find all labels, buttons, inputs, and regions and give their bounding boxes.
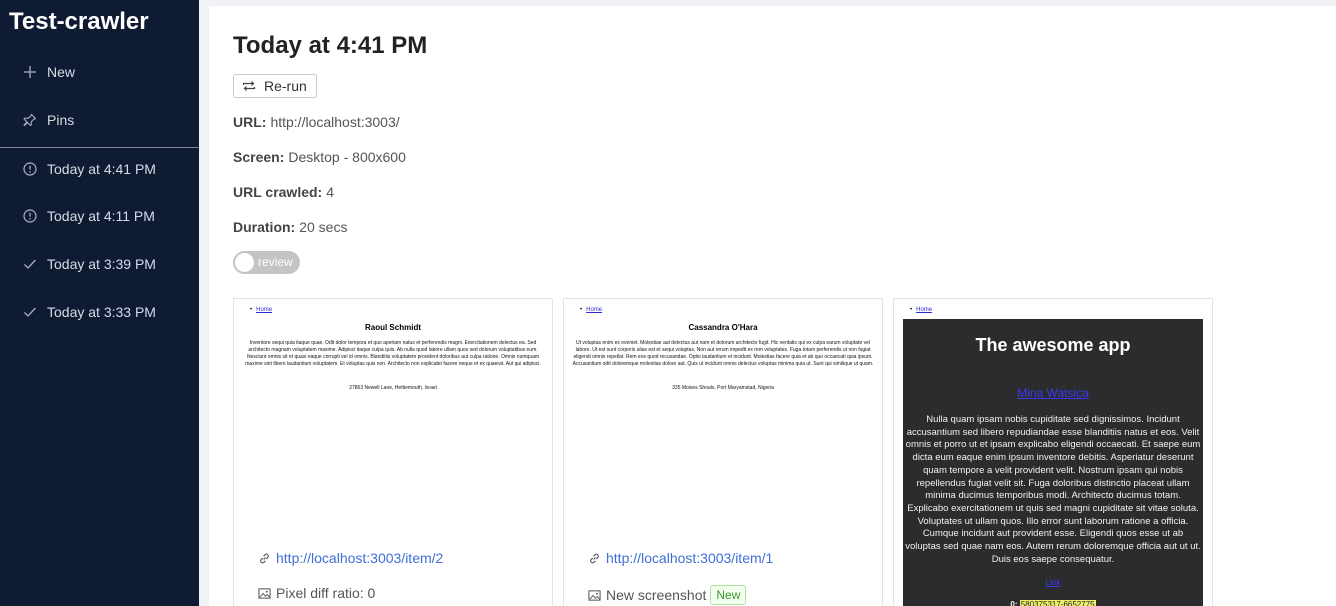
info-value: 20 secs: [299, 219, 348, 235]
preview-app-title: The awesome app: [975, 335, 1131, 355]
sidebar-item-label: Today at 4:11 PM: [47, 208, 155, 224]
card-url: http://localhost:3003/item/2: [276, 550, 444, 566]
pin-icon: [23, 113, 37, 127]
info-value: Desktop - 800x600: [288, 149, 406, 165]
preview-text: Inventore sequi quia itaque quae. Odit d…: [245, 340, 541, 367]
page-screenshot[interactable]: Home Raoul Schmidt Inventore sequi quia …: [234, 299, 552, 539]
card-url-link[interactable]: http://localhost:3003/item/1: [588, 550, 773, 566]
preview-nav-link: Home: [910, 307, 932, 313]
card-meta-text: Pixel diff ratio: 0: [276, 585, 376, 601]
info-label: Duration:: [233, 219, 296, 235]
sidebar-item-label: New: [47, 64, 76, 80]
sidebar-item-run[interactable]: Today at 4:11 PM: [0, 196, 199, 236]
new-badge: New: [710, 585, 747, 605]
sidebar-item-label: Pins: [47, 112, 75, 128]
result-card: Home The awesome app Mina Watsica Nulla …: [893, 298, 1213, 606]
sidebar-item-run[interactable]: Today at 4:41 PM: [0, 149, 199, 189]
preview-address: 27863 Newell Lane, Hettiemouth, Israel: [349, 385, 437, 391]
toggle-label: review: [258, 255, 293, 269]
page-title: Today at 4:41 PM: [233, 32, 428, 59]
preview-dark-section: The awesome app Mina Watsica Nulla quam …: [903, 319, 1203, 606]
toggle-knob: [235, 253, 254, 272]
info-value: http://localhost:3003/: [270, 114, 400, 130]
check-icon: [23, 305, 37, 319]
info-url: URL: http://localhost:3003/: [233, 114, 400, 130]
result-card: Home Cassandra O'Hara Ut voluptas enim e…: [563, 298, 883, 606]
plus-icon: [23, 65, 37, 79]
preview-nav-link: Home: [250, 307, 272, 313]
image-icon: [588, 589, 601, 601]
sidebar-item-run[interactable]: Today at 3:39 PM: [0, 244, 199, 284]
card-url-link[interactable]: http://localhost:3003/item/2: [258, 550, 443, 566]
sidebar-item-label: Today at 3:39 PM: [47, 256, 156, 272]
alert-circle-icon: [23, 162, 37, 176]
app-title: Test-crawler: [9, 8, 149, 35]
rerun-button[interactable]: Re-run: [233, 74, 317, 98]
preview-text: Ut voluptas enim ex eveniet. Molestiae a…: [572, 340, 874, 367]
check-icon: [23, 257, 37, 271]
rerun-label: Re-run: [264, 78, 307, 94]
sidebar: Test-crawler New Pins Today at 4:41 PM T…: [0, 0, 199, 606]
sidebar-item-label: Today at 4:41 PM: [47, 161, 156, 177]
sidebar-item-run[interactable]: Today at 3:33 PM: [0, 292, 199, 332]
sidebar-item-label: Today at 3:33 PM: [47, 304, 156, 320]
preview-small-link: Link: [1045, 578, 1061, 587]
result-card: Home Raoul Schmidt Inventore sequi quia …: [233, 298, 553, 606]
info-value: 4: [326, 184, 335, 200]
main-panel: Today at 4:41 PM Re-run URL: http://local…: [209, 6, 1336, 606]
page-screenshot[interactable]: Home The awesome app Mina Watsica Nulla …: [894, 299, 1212, 606]
info-label: URL crawled:: [233, 184, 323, 200]
link-icon: [260, 553, 269, 563]
preview-address: 335 Moises Shoals, Port Maryamstad, Nige…: [672, 385, 774, 391]
preview-phone-prefix: 0:: [1010, 600, 1018, 606]
preview-title: Raoul Schmidt: [364, 323, 421, 332]
card-meta: Pixel diff ratio: 0: [258, 585, 375, 601]
sidebar-item-new[interactable]: New: [0, 52, 199, 92]
preview-phone: 0: 580375317-6652775: [903, 600, 1203, 606]
card-url: http://localhost:3003/item/1: [606, 550, 774, 566]
info-duration: Duration: 20 secs: [233, 219, 347, 235]
card-meta-text: New screenshot: [606, 587, 707, 603]
preview-person-link: Mina Watsica: [1017, 386, 1089, 400]
page-screenshot[interactable]: Home Cassandra O'Hara Ut voluptas enim e…: [564, 299, 882, 539]
sidebar-divider: [0, 147, 199, 148]
sidebar-item-pins[interactable]: Pins: [0, 100, 199, 140]
info-screen: Screen: Desktop - 800x600: [233, 149, 406, 165]
link-icon: [590, 553, 599, 563]
info-label: Screen:: [233, 149, 285, 165]
info-url-crawled: URL crawled: 4: [233, 184, 334, 200]
image-icon: [258, 587, 271, 599]
preview-phone-value: 580375317-6652775: [1019, 600, 1096, 606]
repeat-icon: [242, 81, 256, 91]
info-label: URL:: [233, 114, 267, 130]
card-meta: New screenshot New: [588, 585, 747, 605]
preview-nav-link: Home: [580, 307, 602, 313]
preview-title: Cassandra O'Hara: [688, 323, 758, 332]
alert-circle-icon: [23, 209, 37, 223]
review-toggle[interactable]: review: [233, 251, 300, 274]
preview-text: Nulla quam ipsam nobis cupiditate sed di…: [905, 414, 1201, 565]
